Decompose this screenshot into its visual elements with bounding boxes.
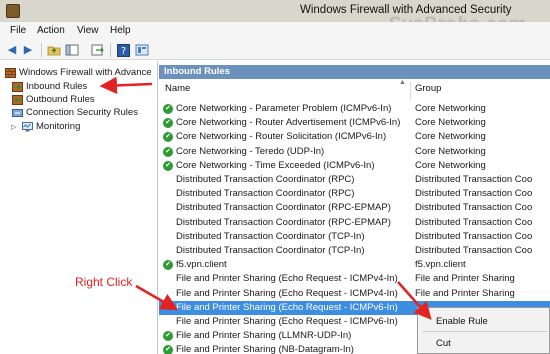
enabled-check-icon: ✔ [163, 160, 173, 171]
enabled-check-icon: ✔ [163, 260, 173, 271]
rule-group: Distributed Transaction Coo [415, 188, 533, 200]
rule-group: Core Networking [415, 103, 486, 114]
menu-file[interactable]: File [10, 25, 26, 36]
rule-name: Core Networking - Router Advertisement (… [176, 117, 401, 129]
menu-help[interactable]: Help [110, 25, 131, 36]
rule-name: File and Printer Sharing (Echo Request -… [176, 316, 398, 327]
monitoring-icon [22, 121, 33, 131]
rule-name: File and Printer Sharing (LLMNR-UDP-In) [176, 330, 352, 342]
table-row[interactable]: ✔ Core Networking - Time Exceeded (ICMPv6… [159, 159, 550, 173]
enabled-check-icon: ✔ [163, 331, 173, 342]
show-hide-tree-icon[interactable] [64, 42, 80, 58]
rule-name: f5.vpn.client [176, 259, 227, 271]
rule-group: Distributed Transaction Coo [415, 202, 533, 214]
outbound-rules-icon [12, 94, 23, 105]
rule-group: Core Networking [415, 131, 486, 143]
table-row[interactable]: File and Printer Sharing (Echo Request -… [159, 272, 550, 286]
table-row[interactable]: Distributed Transaction Coordinator (RPC… [159, 216, 550, 230]
column-header-name[interactable]: Name [165, 83, 190, 98]
table-row[interactable]: Distributed Transaction Coordinator (RPC… [159, 187, 550, 201]
tree-item-inbound-rules[interactable]: Inbound Rules [12, 80, 87, 93]
menu-bar: File Action View Help [0, 22, 550, 40]
enabled-check-icon: ✔ [163, 118, 173, 129]
rule-name: Core Networking - Router Solicitation (I… [176, 131, 387, 143]
firewall-app-icon [6, 4, 20, 18]
rule-name: File and Printer Sharing (Echo Request -… [176, 301, 398, 313]
table-row[interactable]: File and Printer Sharing (Echo Request -… [159, 287, 550, 301]
context-menu: Enable Rule Cut [417, 307, 550, 354]
rule-name: Core Networking - Parameter Problem (ICM… [176, 103, 392, 114]
context-menu-cut[interactable]: Cut [436, 338, 451, 349]
rule-group: Core Networking [415, 145, 486, 157]
table-row[interactable]: ✔ Core Networking - Router Advertisement … [159, 116, 550, 130]
table-row[interactable]: ✔ Core Networking - Router Solicitation (… [159, 130, 550, 144]
table-row[interactable]: Distributed Transaction Coordinator (TCP… [159, 244, 550, 258]
rule-name: Core Networking - Time Exceeded (ICMPv6-… [176, 159, 375, 171]
tree-item-label: Inbound Rules [26, 81, 88, 92]
rule-name: Distributed Transaction Coordinator (TCP… [176, 230, 365, 242]
rule-group: Distributed Transaction Coo [415, 245, 533, 256]
rule-name: Distributed Transaction Coordinator (RPC… [176, 188, 355, 200]
context-menu-enable-rule[interactable]: Enable Rule [436, 316, 488, 327]
enabled-check-icon: ✔ [163, 104, 173, 114]
enabled-check-icon: ✔ [163, 345, 173, 354]
inbound-rules-icon [12, 81, 23, 92]
table-row[interactable]: ✔ f5.vpn.client f5.vpn.client [159, 258, 550, 272]
help-icon[interactable]: ? [115, 42, 131, 58]
menu-view[interactable]: View [77, 25, 99, 36]
rule-group: File and Printer Sharing [415, 273, 515, 285]
toolbar-separator [41, 43, 42, 57]
tree-root-label: Windows Firewall with Advance [19, 67, 152, 78]
rule-name: Distributed Transaction Coordinator (RPC… [176, 202, 391, 214]
pane-header: Inbound Rules [159, 65, 550, 79]
rule-group: Core Networking [415, 159, 486, 171]
rule-name: File and Printer Sharing (Echo Request -… [176, 287, 398, 299]
context-menu-separator [422, 331, 547, 332]
navigation-tree: Windows Firewall with Advance Inbound Ru… [0, 61, 158, 354]
rule-name: File and Printer Sharing (NB-Datagram-In… [176, 344, 354, 354]
column-header-group[interactable]: Group [415, 83, 441, 98]
export-list-icon[interactable] [90, 42, 106, 58]
up-folder-icon[interactable] [46, 42, 62, 58]
menu-action[interactable]: Action [37, 25, 65, 36]
table-row[interactable]: ✔ Core Networking - Parameter Problem (IC… [159, 102, 550, 116]
table-row[interactable]: ✔ Core Networking - Teredo (UDP-In) Core N… [159, 145, 550, 159]
tree-item-connection-security-rules[interactable]: Connection Security Rules [12, 106, 138, 119]
forward-arrow-icon[interactable]: ▶ [20, 42, 36, 58]
tree-item-label: Monitoring [36, 121, 81, 132]
tree-item-label: Connection Security Rules [26, 107, 138, 118]
rule-name: Distributed Transaction Coordinator (RPC… [176, 174, 355, 185]
rule-name: File and Printer Sharing (Echo Request -… [176, 273, 398, 285]
rule-group: File and Printer Sharing [415, 287, 515, 299]
rule-group: Distributed Transaction Coo [415, 174, 533, 185]
tree-root-windows-firewall[interactable]: Windows Firewall with Advance [5, 66, 152, 79]
properties-icon[interactable] [134, 42, 150, 58]
sort-arrow-icon: ▲ [399, 79, 406, 86]
rule-group: Distributed Transaction Coo [415, 216, 533, 228]
rule-group: Distributed Transaction Coo [415, 230, 533, 242]
column-divider[interactable] [410, 81, 411, 101]
rule-name: Core Networking - Teredo (UDP-In) [176, 145, 325, 157]
firewall-icon [5, 67, 16, 78]
toolbar-separator [110, 43, 111, 57]
table-row[interactable]: Distributed Transaction Coordinator (RPC… [159, 201, 550, 215]
svg-text:?: ? [120, 46, 125, 57]
rule-name: Distributed Transaction Coordinator (TCP… [176, 245, 365, 256]
rule-group: Core Networking [415, 117, 486, 129]
rule-group: f5.vpn.client [415, 259, 466, 271]
enabled-check-icon: ✔ [163, 146, 173, 157]
tree-item-label: Outbound Rules [26, 94, 95, 105]
tree-item-outbound-rules[interactable]: Outbound Rules [12, 93, 95, 106]
expand-monitoring-icon[interactable]: ▷ [11, 123, 16, 131]
back-arrow-icon[interactable]: ◀ [4, 42, 20, 58]
enabled-check-icon: ✔ [163, 132, 173, 143]
tree-item-monitoring[interactable]: Monitoring [22, 120, 80, 133]
table-row[interactable]: Distributed Transaction Coordinator (RPC… [159, 173, 550, 187]
annotation-label: Right Click [75, 275, 133, 289]
toolbar: ◀ ▶ ? [0, 40, 550, 60]
table-row[interactable]: Distributed Transaction Coordinator (TCP… [159, 230, 550, 244]
connection-security-icon [12, 108, 23, 117]
rule-name: Distributed Transaction Coordinator (RPC… [176, 216, 391, 228]
